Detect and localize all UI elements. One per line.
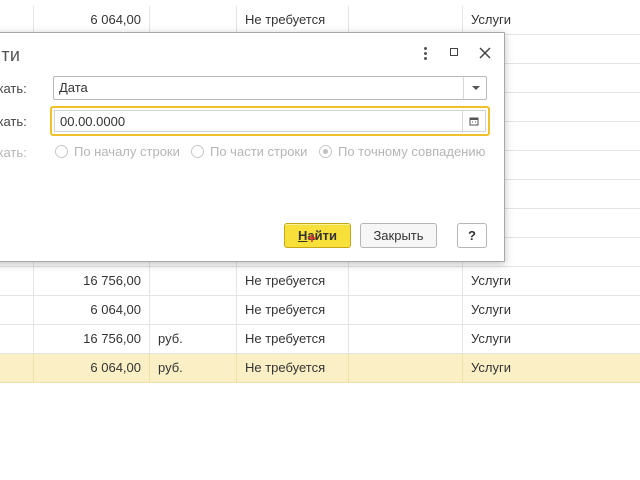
column-divider <box>149 325 150 353</box>
radio-label: По точному совпадению <box>338 144 486 159</box>
cell-sum: 6 064,00 <box>90 360 141 375</box>
search-field-value: Дата <box>59 80 88 95</box>
close-icon[interactable] <box>475 43 495 63</box>
column-divider <box>236 325 237 353</box>
find-button-accel: Н <box>298 228 308 243</box>
close-button[interactable]: Закрыть <box>360 223 437 248</box>
cell-kind: Услуги <box>471 302 511 317</box>
column-divider <box>149 354 150 382</box>
help-button[interactable]: ? <box>457 223 487 248</box>
cell-vat: Не требуется <box>245 273 326 288</box>
column-divider <box>462 325 463 353</box>
what-label: скать: <box>0 114 27 129</box>
table-row[interactable]: 6 064,00 Не требуется Услуги <box>0 6 640 35</box>
find-button[interactable]: Найти <box>284 223 351 248</box>
column-divider <box>149 6 150 34</box>
column-divider <box>236 354 237 382</box>
table-row[interactable]: 16 756,00 руб. Не требуется Услуги <box>0 325 640 354</box>
cell-sum: 6 064,00 <box>90 302 141 317</box>
column-divider <box>348 6 349 34</box>
find-dialog: йти скать: Дата скать: 00.00.0000 скать:… <box>0 32 505 262</box>
cell-kind: Услуги <box>471 360 511 375</box>
cell-vat: Не требуется <box>245 360 326 375</box>
column-divider <box>348 296 349 324</box>
table-row[interactable]: 16 756,00 Не требуется Услуги <box>0 267 640 296</box>
search-field-select[interactable]: Дата <box>53 76 487 100</box>
cell-sum: 16 756,00 <box>83 331 141 346</box>
table-row[interactable]: 6 064,00 руб. Не требуется Услуги <box>0 354 640 383</box>
cell-vat: Не требуется <box>245 302 326 317</box>
radio-label: По части строки <box>210 144 308 159</box>
maximize-icon[interactable] <box>445 43 465 63</box>
find-button-label: айти <box>307 228 337 243</box>
cell-currency: руб. <box>158 360 183 375</box>
cell-vat: Не требуется <box>245 331 326 346</box>
chevron-down-icon[interactable] <box>463 77 486 99</box>
radio-dot <box>55 145 68 158</box>
cell-vat: Не требуется <box>245 12 326 27</box>
column-divider <box>236 6 237 34</box>
cell-kind: Услуги <box>471 12 511 27</box>
radio-dot-selected <box>319 145 332 158</box>
cell-sum: 6 064,00 <box>90 12 141 27</box>
calendar-icon[interactable] <box>462 111 485 133</box>
column-divider <box>462 267 463 295</box>
column-divider <box>149 267 150 295</box>
column-divider <box>348 354 349 382</box>
more-options-icon[interactable] <box>415 43 435 63</box>
column-divider <box>348 267 349 295</box>
radio-label: По началу строки <box>74 144 180 159</box>
column-divider <box>348 325 349 353</box>
table-row[interactable]: 6 064,00 Не требуется Услуги <box>0 296 640 325</box>
where-label: скать: <box>0 81 27 96</box>
column-divider <box>236 267 237 295</box>
column-divider <box>462 296 463 324</box>
radio-dot <box>191 145 204 158</box>
cell-sum: 16 756,00 <box>83 273 141 288</box>
search-value-input[interactable]: 00.00.0000 <box>50 106 490 136</box>
column-divider <box>149 296 150 324</box>
dialog-title: йти <box>0 45 21 65</box>
column-divider <box>462 354 463 382</box>
cell-kind: Услуги <box>471 273 511 288</box>
search-value-text: 00.00.0000 <box>60 114 126 129</box>
column-divider <box>236 296 237 324</box>
cell-currency: руб. <box>158 331 183 346</box>
how-label: скать: <box>0 145 27 160</box>
column-divider <box>462 6 463 34</box>
cell-kind: Услуги <box>471 331 511 346</box>
